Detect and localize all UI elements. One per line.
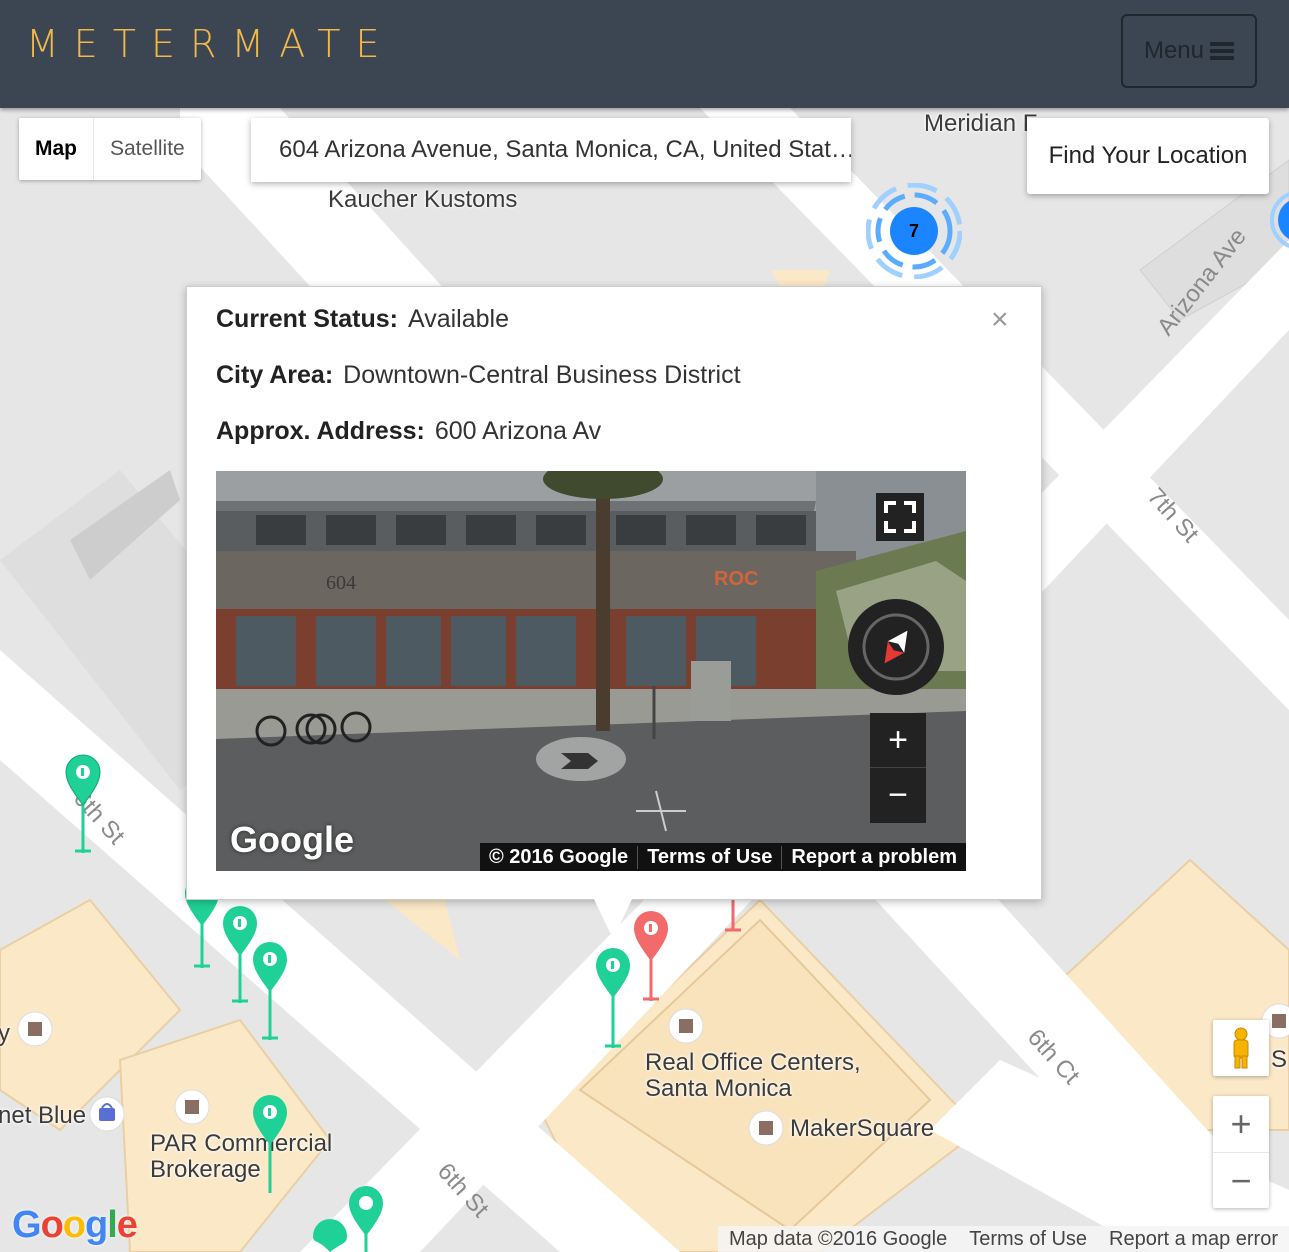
meter-occupied[interactable] — [634, 911, 668, 1001]
status-row: Current Status: Available — [216, 305, 509, 334]
address-row: Approx. Address: 600 Arizona Av — [216, 417, 601, 446]
city-area-row: City Area: Downtown-Central Business Dist… — [216, 361, 741, 390]
hamburger-icon — [1210, 42, 1235, 60]
address-search-input[interactable]: 604 Arizona Avenue, Santa Monica, CA, Un… — [251, 118, 851, 182]
meter-info-popup: × Current Status: Available City Area: Dow… — [186, 286, 1042, 900]
fullscreen-icon[interactable] — [876, 493, 924, 541]
status-label: Current Status: — [216, 305, 398, 333]
map-terms-link[interactable]: Terms of Use — [958, 1228, 1098, 1251]
meter-available[interactable] — [313, 1219, 347, 1252]
report-map-error-link[interactable]: Report a map error — [1098, 1228, 1289, 1251]
meter-available[interactable] — [596, 948, 630, 1048]
cluster-count: 7 — [908, 221, 919, 241]
report-problem-link[interactable]: Report a problem — [781, 845, 966, 869]
map-attribution-bar: Map data ©2016 Google Terms of Use Repor… — [717, 1226, 1289, 1252]
street-view-panorama[interactable]: 604 ROC + − Google © 2016 Google Terms o… — [216, 471, 966, 871]
map-data-credit: Map data ©2016 Google — [728, 1227, 948, 1250]
menu-label: Menu — [1143, 37, 1205, 64]
street-view-zoom-in-button[interactable]: + — [870, 713, 926, 768]
address-value: 600 Arizona Av — [434, 417, 602, 445]
meter-cluster[interactable]: 7 — [865, 182, 963, 280]
street-view-terms-link[interactable]: Terms of Use — [637, 845, 781, 869]
find-your-location-button[interactable]: Find Your Location — [1027, 118, 1269, 194]
compass-icon[interactable] — [848, 599, 944, 695]
map-type-map-button[interactable]: Map — [19, 118, 94, 180]
meter-occupied[interactable] — [725, 898, 741, 932]
street-view-zoom-control: + − — [870, 713, 926, 823]
menu-button[interactable]: Menu — [1121, 14, 1257, 88]
map-type-control: Map Satellite — [19, 118, 201, 180]
popup-pointer — [593, 897, 633, 939]
meter-available[interactable] — [253, 942, 287, 1040]
popup-close-button[interactable]: × — [991, 305, 1009, 335]
street-view-zoom-out-button[interactable]: − — [870, 768, 926, 822]
city-area-label: City Area: — [216, 361, 334, 389]
meter-available[interactable] — [349, 1186, 383, 1252]
map-type-satellite-button[interactable]: Satellite — [94, 118, 201, 180]
meter-available[interactable] — [223, 906, 257, 1003]
pegman-icon — [1233, 1027, 1249, 1069]
map-zoom-in-button[interactable]: + — [1213, 1096, 1269, 1153]
street-view-footer: © 2016 Google Terms of Use Report a prob… — [479, 843, 966, 871]
map-zoom-control: + − — [1213, 1096, 1269, 1208]
street-view-copyright: © 2016 Google — [488, 845, 629, 868]
street-view-pegman-button[interactable] — [1213, 1020, 1269, 1076]
city-area-value: Downtown-Central Business District — [343, 361, 741, 389]
meter-available[interactable] — [253, 1095, 287, 1193]
status-value: Available — [407, 305, 509, 333]
map-zoom-out-button[interactable]: − — [1213, 1153, 1269, 1209]
brand-logo[interactable]: METERMATE — [26, 22, 394, 66]
cluster-icon-partial[interactable] — [1270, 190, 1289, 250]
google-logo[interactable]: Google — [12, 1204, 138, 1247]
address-label: Approx. Address: — [216, 417, 425, 445]
roc-sign-text: ROC — [714, 568, 758, 590]
app-header: METERMATE Menu — [0, 0, 1289, 108]
street-view-google-logo: Google — [230, 819, 354, 860]
meter-available[interactable] — [65, 754, 101, 853]
building-number-text: 604 — [326, 572, 356, 594]
map-canvas[interactable]: Meridian F Kaucher Kustoms Real Office C… — [0, 108, 1289, 1252]
